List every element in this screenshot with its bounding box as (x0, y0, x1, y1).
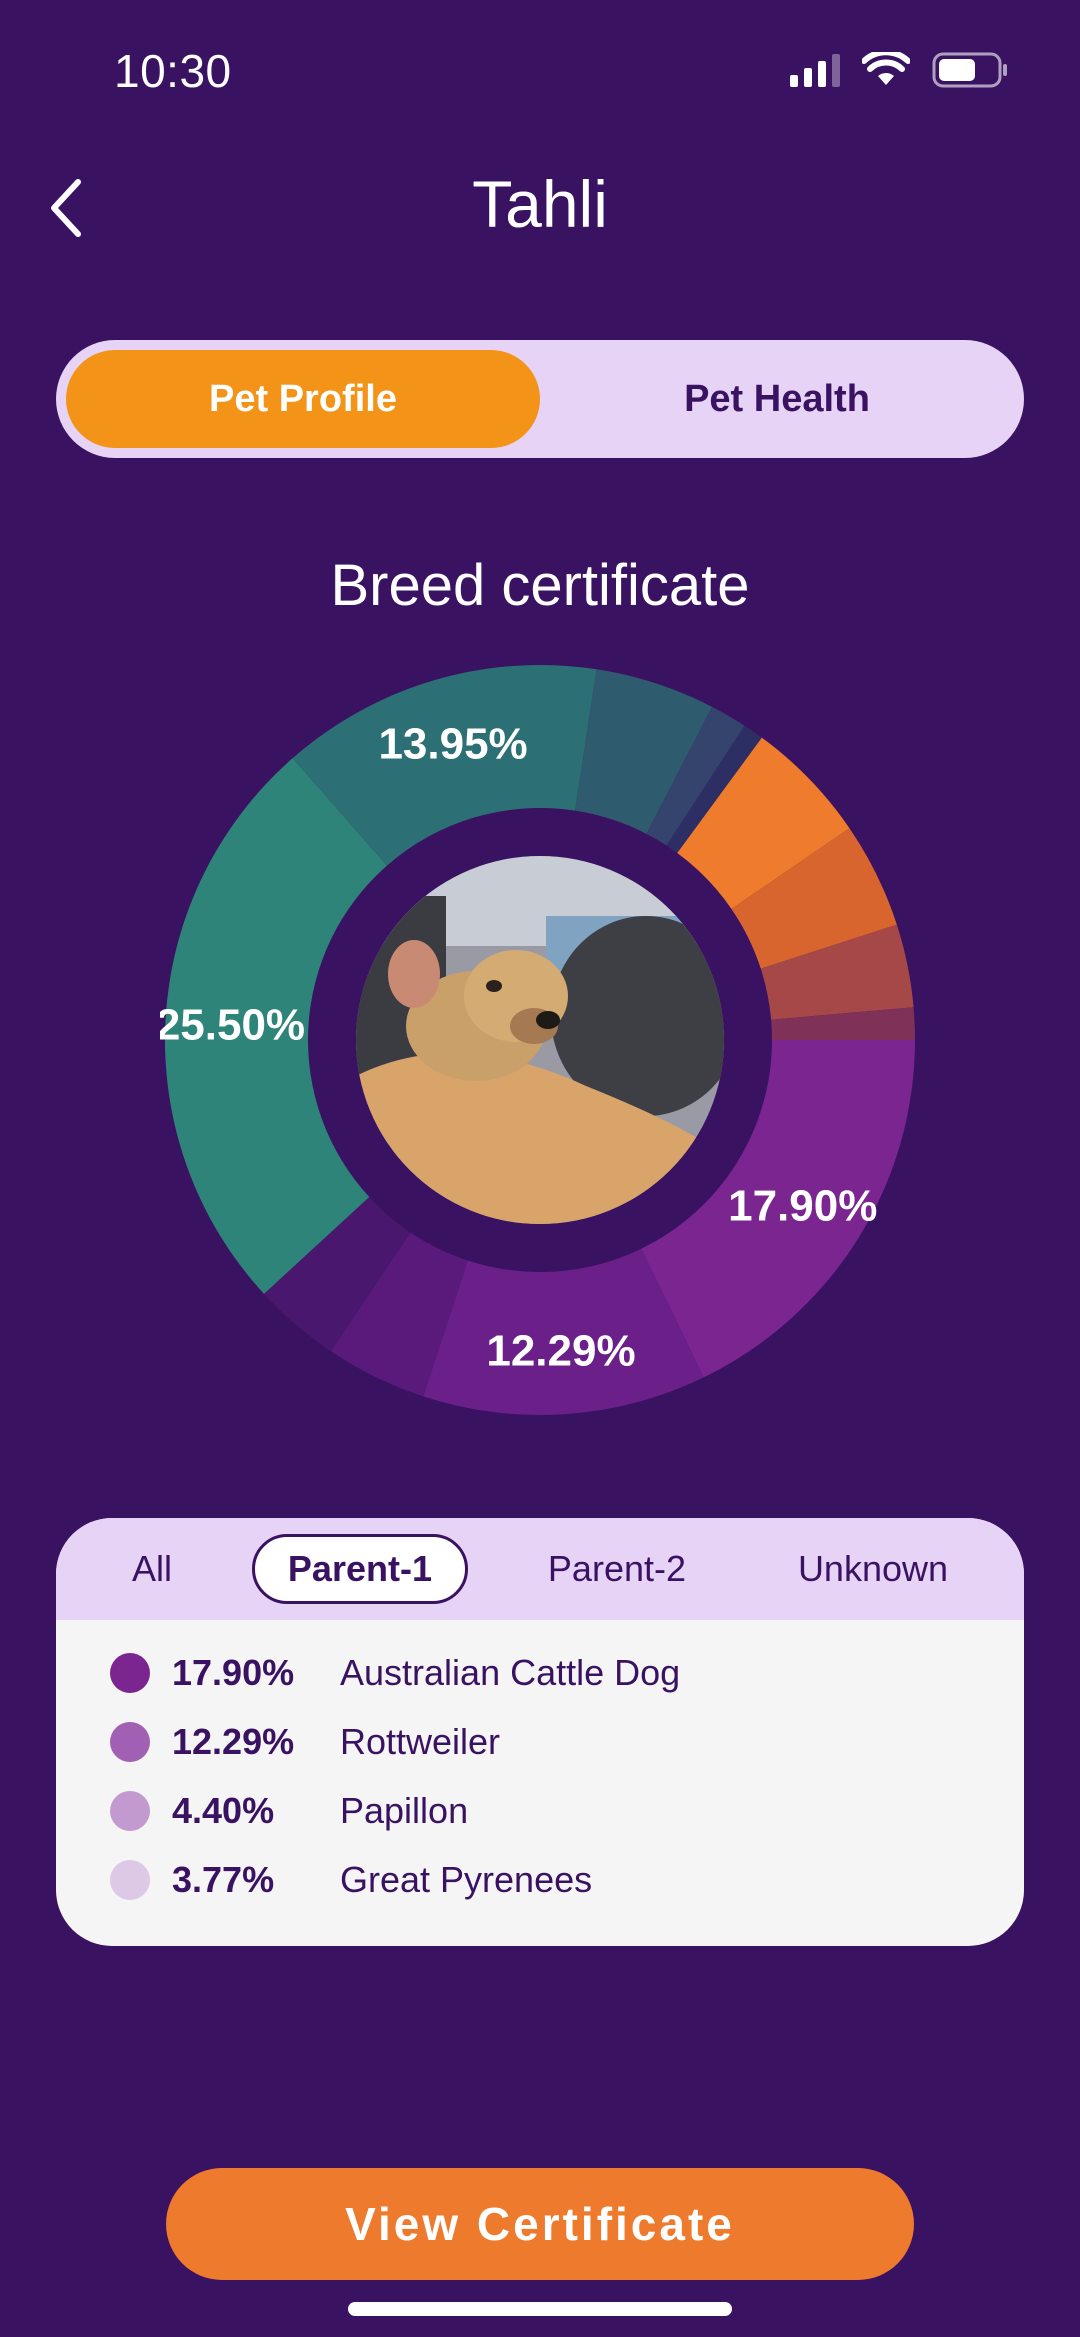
donut-slice-label: 17.90% (728, 1182, 877, 1231)
breed-row: 17.90% Australian Cattle Dog (110, 1638, 1024, 1707)
profile-health-switch: Pet Profile Pet Health (56, 340, 1024, 458)
status-icons (790, 52, 1008, 88)
breed-name: Rottweiler (340, 1720, 501, 1762)
pet-photo (356, 856, 724, 1224)
parent-filter-tabs: All Parent-1 Parent-2 Unknown (56, 1518, 1024, 1620)
wifi-icon (862, 52, 910, 85)
tab-pet-profile[interactable]: Pet Profile (66, 350, 540, 448)
breed-percent: 4.40% (172, 1789, 275, 1831)
tab-pet-health[interactable]: Pet Health (540, 350, 1014, 448)
status-time: 10:30 (114, 45, 232, 97)
breed-name: Papillon (340, 1789, 469, 1831)
donut-slice-label: 12.29% (486, 1326, 635, 1375)
page-title: Tahli (472, 167, 608, 241)
breed-list: 17.90% Australian Cattle Dog 12.29% Rott… (56, 1620, 1024, 1914)
donut-slice-label: 13.95% (378, 719, 527, 768)
breed-percent: 3.77% (172, 1858, 275, 1900)
home-indicator (348, 2302, 732, 2316)
view-certificate-button[interactable]: View Certificate (166, 2168, 914, 2280)
breed-name: Great Pyrenees (340, 1858, 593, 1900)
breed-name: Australian Cattle Dog (340, 1651, 681, 1693)
section-title: Breed certificate (330, 553, 750, 618)
breed-percent: 17.90% (172, 1651, 295, 1693)
filter-all[interactable]: All (100, 1534, 204, 1604)
breed-row: 3.77% Great Pyrenees (110, 1845, 1024, 1914)
donut-slice-label: 25.50% (160, 1000, 305, 1049)
breed-color-dot (110, 1721, 150, 1762)
breed-percent: 12.29% (172, 1720, 295, 1762)
breed-row: 12.29% Rottweiler (110, 1707, 1024, 1776)
cellular-signal-icon (790, 53, 840, 87)
breed-color-dot (110, 1859, 150, 1900)
battery-icon (932, 52, 1007, 88)
filter-unknown[interactable]: Unknown (766, 1534, 980, 1604)
filter-parent-2[interactable]: Parent-2 (516, 1534, 718, 1604)
breed-color-dot (110, 1790, 150, 1831)
breed-donut-chart: 17.90% 12.29% 25.50% 13.95% (160, 660, 920, 1420)
filter-parent-1[interactable]: Parent-1 (251, 1534, 468, 1604)
breed-breakdown-card: All Parent-1 Parent-2 Unknown 17.90% Aus… (56, 1518, 1024, 1946)
breed-row: 4.40% Papillon (110, 1776, 1024, 1845)
breed-color-dot (110, 1652, 150, 1693)
